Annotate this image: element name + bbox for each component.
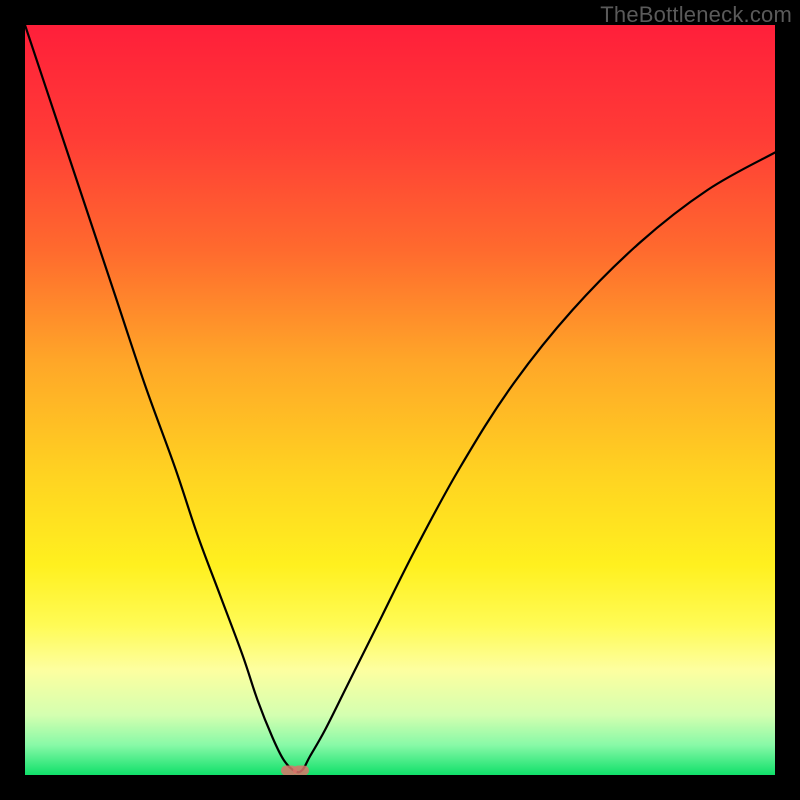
gradient-background [25, 25, 775, 775]
min-markers-group [281, 766, 309, 776]
watermark-text: TheBottleneck.com [600, 2, 792, 28]
plot-area [25, 25, 775, 775]
chart-frame: TheBottleneck.com [0, 0, 800, 800]
min-marker-2 [293, 766, 309, 776]
bottleneck-chart-svg [25, 25, 775, 775]
